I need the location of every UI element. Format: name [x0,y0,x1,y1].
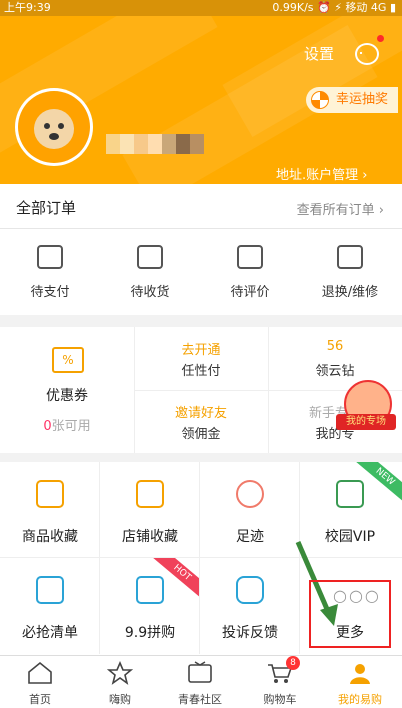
edit-icon [237,245,263,269]
coupon-icon: % [52,347,84,373]
all-orders-row[interactable]: 全部订单 查看所有订单 › [0,184,402,229]
profile-header: 设置 幸运抽奖 地址.账户管理 › [0,16,402,184]
status-bar: 上午9:39 0.99K/s ⏰ ⚡ 移动 4G ▮ [0,0,402,16]
prize-wheel-icon [311,91,329,109]
promo-renxingfu[interactable]: 去开通 任性付 [134,327,269,391]
address-account-link[interactable]: 地址.账户管理 › [276,164,367,183]
view-all-orders-link[interactable]: 查看所有订单 › [297,199,384,218]
wallet-icon [37,245,63,269]
all-orders-title: 全部订单 [16,199,77,217]
grid-item-favorites[interactable]: 商品收藏 [0,462,100,558]
profile-icon [350,664,370,684]
unread-dot [377,35,384,42]
grid-item-shop-favorites[interactable]: 店铺收藏 [100,462,200,558]
bottom-tab-bar: 首页 嗨购 青春社区 8 购物车 我的易购 [0,655,402,708]
coupon-count: 0张可用 [43,419,91,434]
my-special-label: 我的专场 [336,414,396,430]
footprint-icon [236,480,264,508]
chat-icon [236,576,264,604]
tab-haigou[interactable]: 嗨购 [80,656,160,708]
grid-item-must-buy[interactable]: 必抢清单 [0,558,100,654]
status-indicators: 0.99K/s ⏰ ⚡ 移动 4G ▮ [272,1,396,14]
tab-my-yigou[interactable]: 我的易购 [320,656,400,708]
order-pending-receipt[interactable]: 待收货 [100,229,200,315]
home-icon [28,661,52,684]
star-bag-icon [107,661,133,685]
annotation-highlight-box [309,580,391,648]
grid-item-feedback[interactable]: 投诉反馈 [200,558,300,654]
my-special-badge[interactable]: 我的专场 [336,378,396,438]
tab-home[interactable]: 首页 [0,656,80,708]
coupon-label: 优惠券 [46,388,88,404]
group-buy-icon [136,576,164,604]
grid-item-group-buy[interactable]: HOT 9.9拼购 [100,558,200,654]
order-returns[interactable]: 退换/维修 [300,229,400,315]
cart-count-badge: 8 [286,656,300,670]
status-time: 上午9:39 [4,1,51,14]
order-pending-payment[interactable]: 待支付 [0,229,100,315]
grid-item-footprint[interactable]: 足迹 [200,462,300,558]
lucky-draw-button[interactable]: 幸运抽奖 [306,87,398,113]
truck-icon [137,245,163,269]
graduation-cap-icon [336,480,364,508]
tab-cart[interactable]: 8 购物车 [240,656,320,708]
coupon-cell[interactable]: % 优惠券 0张可用 [0,327,135,453]
folder-star-icon [36,480,64,508]
live-tv-icon [188,661,212,683]
username-redacted [106,134,204,154]
shop-icon [136,480,164,508]
settings-button[interactable]: 设置 [304,43,334,64]
message-icon[interactable] [355,43,379,65]
exchange-icon [337,245,363,269]
order-status-bar: 待支付 待收货 待评价 退换/维修 [0,229,402,315]
tab-community[interactable]: 青春社区 [160,656,240,708]
order-pending-review[interactable]: 待评价 [200,229,300,315]
promo-invite-friends[interactable]: 邀请好友 领佣金 [134,390,269,453]
hand-tap-icon [36,576,64,604]
avatar[interactable] [15,88,93,166]
lucky-draw-label: 幸运抽奖 [336,92,389,107]
